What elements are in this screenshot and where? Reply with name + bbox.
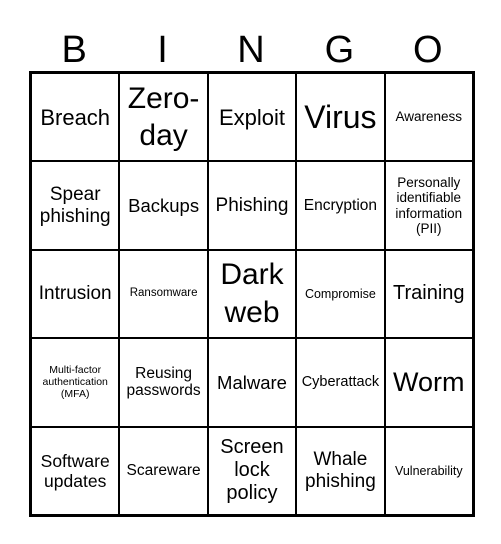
bingo-cell[interactable]: Whale phishing [296, 426, 385, 515]
header-letter-g: G [324, 29, 355, 71]
bingo-cell[interactable]: Virus [296, 73, 385, 162]
bingo-cell[interactable]: Training [384, 249, 473, 339]
bingo-cell[interactable]: Software updates [31, 426, 120, 515]
bingo-cell[interactable]: Vulnerability [384, 426, 473, 515]
bingo-cell[interactable]: Multi-factor authentication (MFA) [31, 338, 120, 427]
header-letter-n: N [237, 29, 265, 71]
bingo-cell[interactable]: Exploit [207, 73, 297, 162]
bingo-cell[interactable]: Intrusion [31, 249, 120, 339]
bingo-cell[interactable]: Reusing passwords [119, 338, 208, 427]
bingo-cell[interactable]: Ransomware [119, 249, 208, 339]
bingo-cell[interactable]: Compromise [296, 249, 385, 339]
bingo-cell[interactable]: Awareness [384, 73, 473, 162]
bingo-cell[interactable]: Screen lock policy [207, 426, 297, 515]
bingo-cell[interactable]: Encryption [296, 161, 385, 250]
header-letter-o: O [412, 29, 443, 71]
bingo-cell[interactable]: Malware [207, 338, 297, 427]
bingo-cell[interactable]: Zero-day [119, 73, 208, 162]
bingo-header: B I N G O [30, 28, 472, 72]
header-letter-b: B [61, 29, 87, 71]
bingo-grid: Breach Zero-day Exploit Virus Awareness … [29, 71, 475, 517]
bingo-cell[interactable]: Scareware [119, 426, 208, 515]
bingo-cell[interactable]: Breach [31, 73, 120, 162]
header-letter-i: I [157, 29, 168, 71]
bingo-cell[interactable]: Dark web [207, 249, 297, 339]
bingo-cell[interactable]: Worm [384, 338, 473, 427]
bingo-cell[interactable]: Spear phishing [31, 161, 120, 250]
bingo-cell[interactable]: Backups [119, 161, 208, 250]
bingo-cell[interactable]: Cyberattack [296, 338, 385, 427]
bingo-cell[interactable]: Phishing [207, 161, 297, 250]
bingo-cell[interactable]: Personally identifiable information (PII… [384, 161, 473, 250]
